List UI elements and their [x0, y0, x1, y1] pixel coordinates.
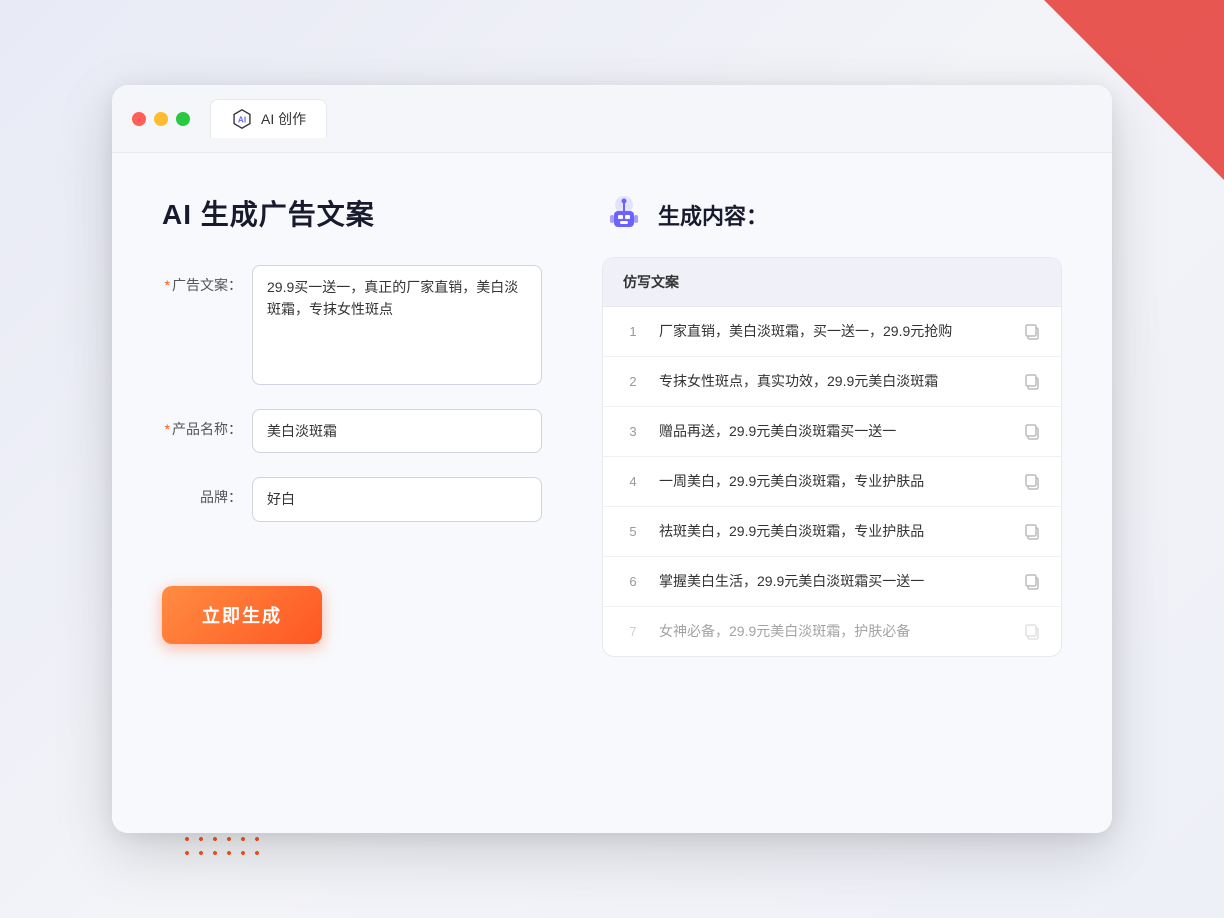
row-num-4: 4: [623, 474, 643, 489]
row-num-6: 6: [623, 574, 643, 589]
copy-icon-3[interactable]: [1023, 423, 1041, 441]
browser-tab[interactable]: AI AI 创作: [210, 99, 327, 138]
row-text-6: 掌握美白生活，29.9元美白淡斑霜买一送一: [659, 571, 1007, 592]
result-header: 生成内容：: [602, 193, 1062, 237]
row-num-5: 5: [623, 524, 643, 539]
page-title: AI 生成广告文案: [162, 193, 542, 233]
left-panel: AI 生成广告文案 *广告文案： 29.9买一送一，真正的厂家直销，美白淡斑霜，…: [162, 193, 542, 793]
result-table-header: 仿写文案: [603, 258, 1061, 307]
row-num-7: 7: [623, 624, 643, 639]
copy-icon-5[interactable]: [1023, 523, 1041, 541]
result-table: 仿写文案 1 厂家直销，美白淡斑霜，买一送一，29.9元抢购 2 专抹女性斑点，…: [602, 257, 1062, 657]
copy-icon-1[interactable]: [1023, 323, 1041, 341]
result-row: 3 赠品再送，29.9元美白淡斑霜买一送一: [603, 407, 1061, 457]
main-content: AI 生成广告文案 *广告文案： 29.9买一送一，真正的厂家直销，美白淡斑霜，…: [112, 153, 1112, 833]
result-title: 生成内容：: [658, 199, 768, 231]
row-num-3: 3: [623, 424, 643, 439]
traffic-lights: [132, 112, 190, 126]
result-row: 6 掌握美白生活，29.9元美白淡斑霜买一送一: [603, 557, 1061, 607]
brand-group: 品牌：: [162, 477, 542, 521]
row-num-1: 1: [623, 324, 643, 339]
result-row: 1 厂家直销，美白淡斑霜，买一送一，29.9元抢购: [603, 307, 1061, 357]
row-text-7: 女神必备，29.9元美白淡斑霜，护肤必备: [659, 621, 1007, 642]
robot-icon: [602, 193, 646, 237]
copy-icon-7[interactable]: [1023, 623, 1041, 641]
maximize-button[interactable]: [176, 112, 190, 126]
row-text-4: 一周美白，29.9元美白淡斑霜，专业护肤品: [659, 471, 1007, 492]
result-row: 2 专抹女性斑点，真实功效，29.9元美白淡斑霜: [603, 357, 1061, 407]
product-name-group: *产品名称：: [162, 409, 542, 453]
required-star-2: *: [165, 421, 170, 437]
svg-text:AI: AI: [238, 116, 246, 125]
row-num-2: 2: [623, 374, 643, 389]
ad-copy-input[interactable]: 29.9买一送一，真正的厂家直销，美白淡斑霜，专抹女性斑点: [252, 265, 542, 385]
result-row: 5 祛斑美白，29.9元美白淡斑霜，专业护肤品: [603, 507, 1061, 557]
browser-window: AI AI 创作 AI 生成广告文案 *广告文案： 29.9买一送一，真正的厂家…: [112, 85, 1112, 833]
ad-copy-group: *广告文案： 29.9买一送一，真正的厂家直销，美白淡斑霜，专抹女性斑点: [162, 265, 542, 385]
brand-label: 品牌：: [162, 477, 252, 507]
close-button[interactable]: [132, 112, 146, 126]
ai-tab-icon: AI: [231, 108, 253, 130]
copy-icon-6[interactable]: [1023, 573, 1041, 591]
row-text-5: 祛斑美白，29.9元美白淡斑霜，专业护肤品: [659, 521, 1007, 542]
title-bar: AI AI 创作: [112, 85, 1112, 153]
tab-label: AI 创作: [261, 109, 306, 129]
row-text-1: 厂家直销，美白淡斑霜，买一送一，29.9元抢购: [659, 321, 1007, 342]
generate-button[interactable]: 立即生成: [162, 586, 322, 644]
minimize-button[interactable]: [154, 112, 168, 126]
result-row: 4 一周美白，29.9元美白淡斑霜，专业护肤品: [603, 457, 1061, 507]
product-name-label: *产品名称：: [162, 409, 252, 439]
row-text-2: 专抹女性斑点，真实功效，29.9元美白淡斑霜: [659, 371, 1007, 392]
product-name-input[interactable]: [252, 409, 542, 453]
right-panel: 生成内容： 仿写文案 1 厂家直销，美白淡斑霜，买一送一，29.9元抢购 2 专…: [602, 193, 1062, 793]
ad-copy-label: *广告文案：: [162, 265, 252, 295]
required-star-1: *: [165, 277, 170, 293]
brand-input[interactable]: [252, 477, 542, 521]
copy-icon-4[interactable]: [1023, 473, 1041, 491]
copy-icon-2[interactable]: [1023, 373, 1041, 391]
result-row-faded: 7 女神必备，29.9元美白淡斑霜，护肤必备: [603, 607, 1061, 656]
row-text-3: 赠品再送，29.9元美白淡斑霜买一送一: [659, 421, 1007, 442]
